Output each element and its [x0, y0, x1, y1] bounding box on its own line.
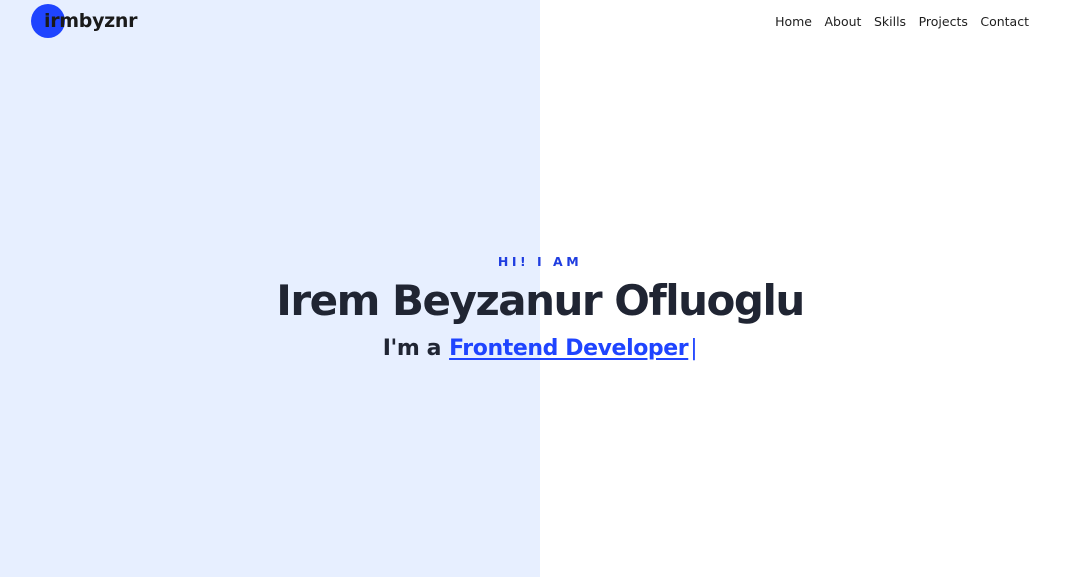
- role-link[interactable]: Frontend Developer: [449, 336, 689, 361]
- hero-name: Irem Beyzanur Ofluoglu: [276, 276, 805, 325]
- typing-cursor: |: [690, 336, 698, 361]
- role-prefix: I'm a: [382, 336, 442, 361]
- hero-greeting: HI! I AM: [497, 254, 583, 269]
- page: irmbyznr Home About Skills Projects Cont…: [0, 0, 1080, 577]
- hero-section: HI! I AM Irem Beyzanur Ofluoglu I'm a Fro…: [0, 0, 1080, 577]
- hero-role-line: I'm a Frontend Developer|: [0, 334, 1080, 364]
